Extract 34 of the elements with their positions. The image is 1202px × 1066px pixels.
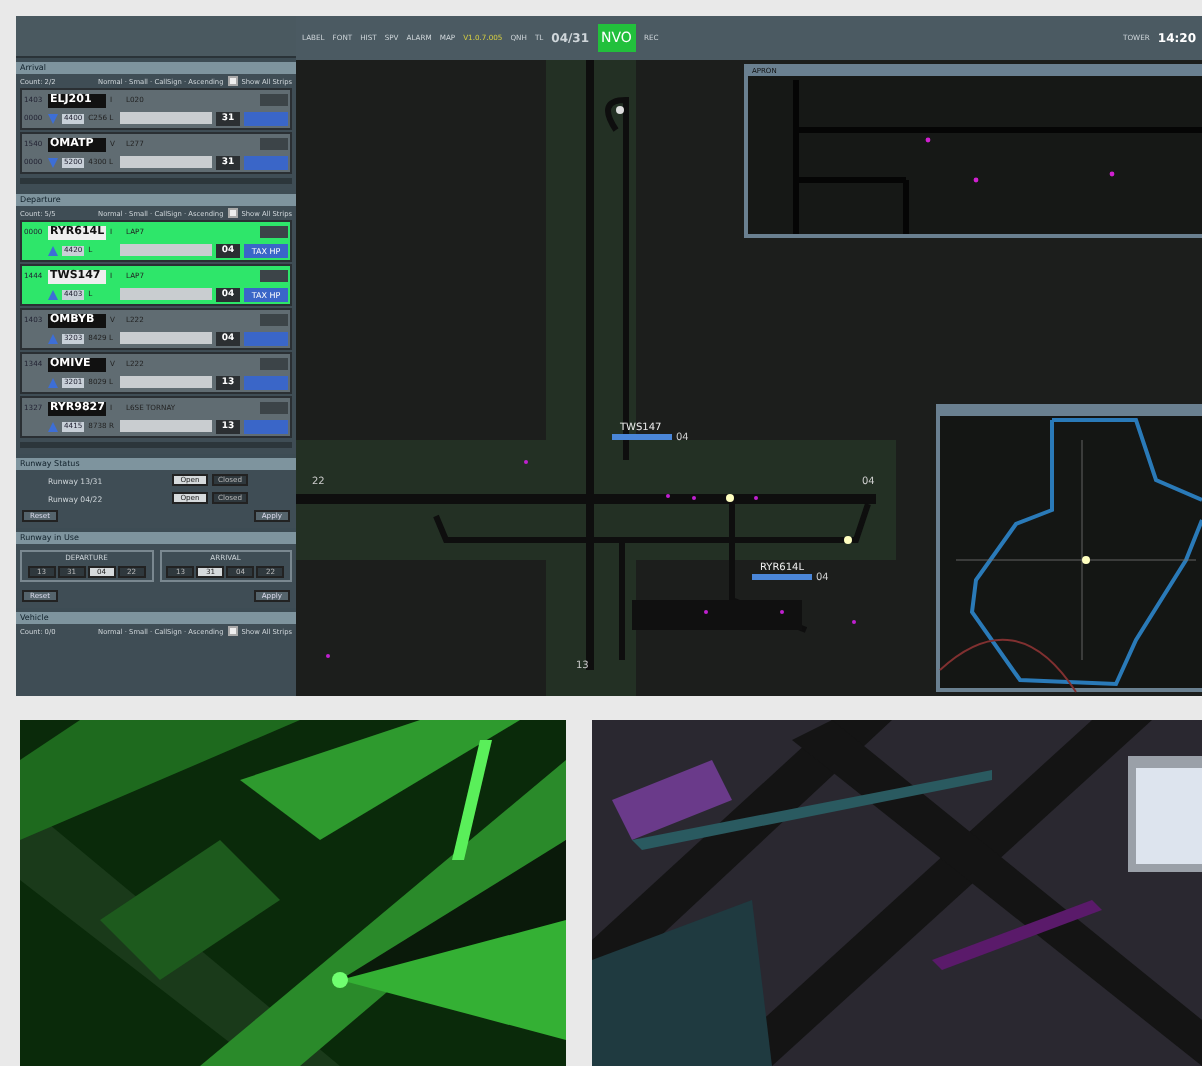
strip-button[interactable] (260, 358, 288, 370)
strip-button[interactable] (260, 226, 288, 238)
aircraft-target[interactable] (844, 536, 852, 544)
input-field[interactable] (120, 288, 212, 300)
approach-radar-window[interactable] (936, 404, 1202, 693)
input-field[interactable] (120, 156, 212, 168)
apron-window[interactable] (744, 64, 1202, 238)
strip-button[interactable] (260, 270, 288, 282)
triangle-icon (48, 113, 58, 123)
status-tag[interactable] (244, 331, 288, 345)
status-tag[interactable] (244, 375, 288, 389)
checkbox[interactable] (227, 208, 238, 218)
triangle-icon (48, 289, 58, 299)
aircraft-target[interactable] (726, 494, 734, 502)
triangle-icon (48, 245, 58, 255)
input-field[interactable] (120, 376, 212, 388)
input-field[interactable] (120, 332, 212, 344)
checkbox[interactable] (227, 76, 238, 86)
triangle-icon (48, 333, 58, 343)
input-field[interactable] (120, 244, 212, 256)
triangle-icon (48, 421, 58, 431)
input-field[interactable] (120, 112, 212, 124)
triangle-icon (48, 377, 58, 387)
strip-button[interactable] (260, 94, 288, 106)
triangle-icon (48, 157, 58, 167)
status-tag[interactable] (244, 419, 288, 433)
status-tag[interactable] (244, 111, 288, 125)
checkbox[interactable] (227, 626, 238, 636)
strip-button[interactable] (260, 314, 288, 326)
input-field[interactable] (120, 420, 212, 432)
status-tag[interactable] (244, 155, 288, 169)
aircraft-target[interactable] (616, 106, 624, 114)
strip-button[interactable] (260, 138, 288, 150)
strip-button[interactable] (260, 402, 288, 414)
